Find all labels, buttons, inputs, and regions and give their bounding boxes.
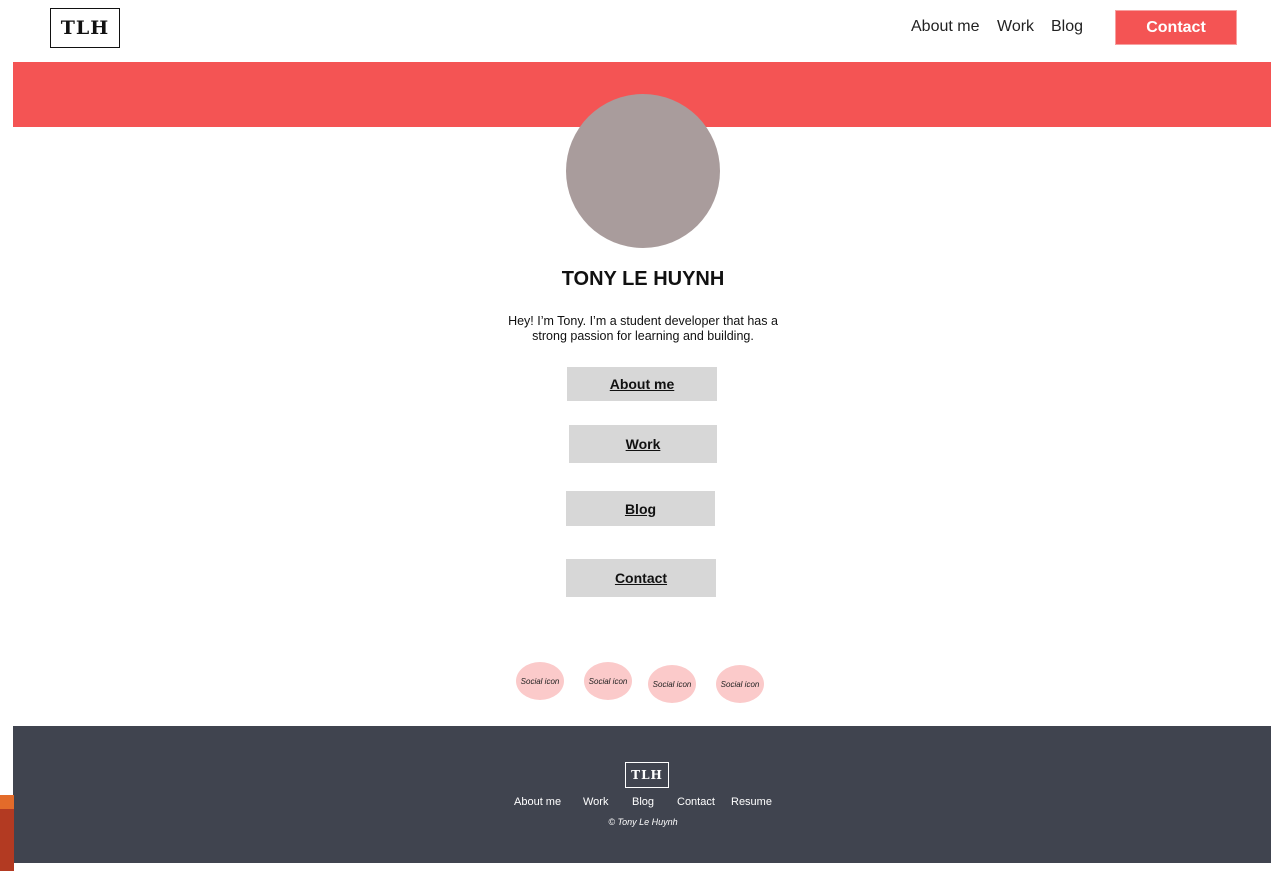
- avatar: [566, 94, 720, 248]
- profile-name: TONY LE HUYNH: [561, 268, 725, 290]
- work-button[interactable]: Work: [569, 425, 717, 463]
- footer-link-work[interactable]: Work: [583, 796, 608, 808]
- profile-bio: Hey! I’m Tony. I’m a student developer t…: [508, 314, 778, 343]
- social-icon[interactable]: Social icon: [648, 665, 696, 703]
- footer-link-about-me[interactable]: About me: [514, 796, 561, 808]
- footer-copyright: © Tony Le Huynh: [608, 817, 678, 827]
- nav-blog[interactable]: Blog: [1051, 18, 1083, 36]
- social-icon[interactable]: Social icon: [584, 662, 632, 700]
- contact-button[interactable]: Contact: [1115, 10, 1237, 45]
- nav-work[interactable]: Work: [997, 18, 1034, 36]
- footer-link-resume[interactable]: Resume: [731, 796, 772, 808]
- footer-link-blog[interactable]: Blog: [632, 796, 654, 808]
- about-me-button[interactable]: About me: [567, 367, 717, 401]
- site-footer: [13, 726, 1271, 863]
- edge-artifact: [0, 795, 14, 809]
- contact-menu-button[interactable]: Contact: [566, 559, 716, 597]
- footer-logo[interactable]: TLH: [625, 762, 669, 788]
- social-icon[interactable]: Social icon: [516, 662, 564, 700]
- footer-link-contact[interactable]: Contact: [677, 796, 715, 808]
- social-icon[interactable]: Social icon: [716, 665, 764, 703]
- blog-button[interactable]: Blog: [566, 491, 715, 526]
- site-logo[interactable]: TLH: [50, 8, 120, 48]
- nav-about-me[interactable]: About me: [911, 18, 979, 36]
